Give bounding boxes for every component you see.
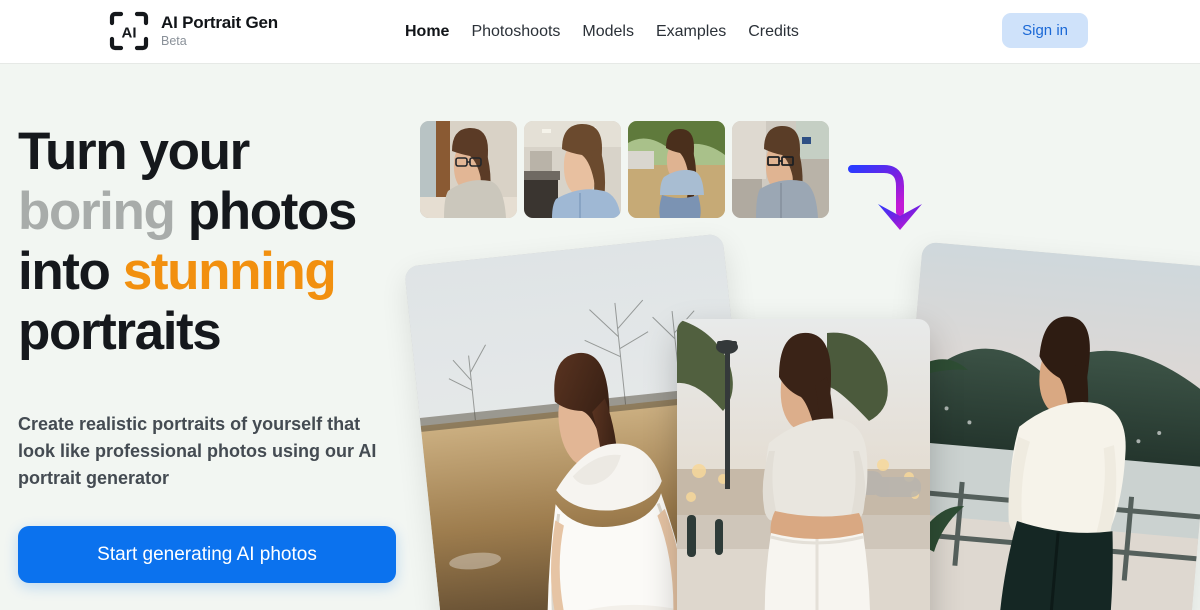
headline-line-1: Turn your bbox=[18, 122, 250, 181]
main-nav: Home Photoshoots Models Examples Credits bbox=[405, 0, 799, 64]
headline-line-4: portraits bbox=[18, 302, 222, 361]
hero-copy: Turn your boring photos into stunning po… bbox=[18, 122, 418, 583]
headline-line-2-rest: photos bbox=[187, 182, 358, 241]
collage-photo-right-image bbox=[888, 241, 1200, 610]
brand-title: AI Portrait Gen bbox=[161, 13, 278, 33]
brand-subtitle: Beta bbox=[161, 34, 187, 49]
site-header: AI AI Portrait Gen Beta Home Photoshoots… bbox=[0, 0, 1200, 64]
brand-logo[interactable]: AI AI Portrait Gen Beta bbox=[108, 10, 278, 52]
thumbnail-2[interactable] bbox=[524, 121, 621, 218]
thumbnail-strip bbox=[420, 121, 829, 218]
logo-inner-text: AI bbox=[122, 25, 137, 42]
nav-item-home[interactable]: Home bbox=[405, 23, 449, 41]
collage-photo-right[interactable] bbox=[888, 241, 1200, 610]
nav-item-credits[interactable]: Credits bbox=[748, 23, 799, 41]
thumbnail-1-image bbox=[420, 121, 517, 218]
headline-word-boring: boring bbox=[18, 182, 176, 241]
sign-in-button[interactable]: Sign in bbox=[1002, 13, 1088, 48]
thumbnail-4[interactable] bbox=[732, 121, 829, 218]
thumbnail-3-image bbox=[628, 121, 725, 218]
headline-line-3-prefix: into bbox=[18, 242, 111, 301]
collage-photo-center-image bbox=[677, 319, 930, 610]
start-generating-button[interactable]: Start generating AI photos bbox=[18, 526, 396, 583]
hero-headline: Turn your boring photos into stunning po… bbox=[18, 122, 418, 362]
thumbnail-4-image bbox=[732, 121, 829, 218]
headline-word-stunning: stunning bbox=[122, 242, 337, 301]
ai-scan-frame-icon: AI bbox=[109, 11, 149, 51]
thumbnail-1[interactable] bbox=[420, 121, 517, 218]
curved-down-arrow-icon bbox=[848, 165, 922, 230]
nav-item-models[interactable]: Models bbox=[582, 23, 634, 41]
collage-photo-center[interactable] bbox=[677, 319, 930, 610]
nav-item-photoshoots[interactable]: Photoshoots bbox=[471, 23, 560, 41]
thumbnail-3[interactable] bbox=[628, 121, 725, 218]
thumbnail-2-image bbox=[524, 121, 621, 218]
nav-item-examples[interactable]: Examples bbox=[656, 23, 726, 41]
hero-subtitle: Create realistic portraits of yourself t… bbox=[18, 414, 377, 488]
hero-section: Turn your boring photos into stunning po… bbox=[0, 64, 1200, 610]
